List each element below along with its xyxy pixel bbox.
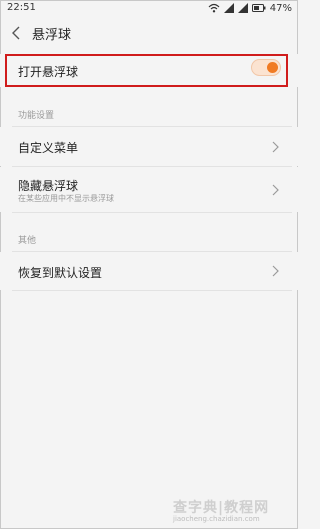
page-title: 悬浮球 [32,28,72,43]
divider [12,212,292,213]
highlight-box [5,54,288,87]
section-header-other: 其他 [18,236,37,246]
status-time: 22:51 [7,2,36,13]
section-header-function-settings: 功能设置 [18,111,55,121]
watermark-sub: jiaocheng.chazidian.com [173,515,260,523]
list-item-sublabel: 在某些应用中不显示悬浮球 [18,194,114,203]
list-item-label: 恢复到默认设置 [18,266,103,280]
header: 悬浮球 [0,17,298,49]
divider [12,290,292,291]
battery-icon [251,4,266,12]
signal-icon [237,3,248,13]
wifi-icon [208,3,220,13]
signal-icon [223,3,234,13]
status-icons: 47% [208,1,292,15]
battery-percent: 47% [269,2,292,14]
list-item-label: 隐藏悬浮球 [18,179,79,193]
list-item-custom-menu[interactable]: 自定义菜单 [0,127,298,166]
chevron-right-icon [272,141,279,153]
watermark-main: 查字典|教程网 [173,500,270,516]
list-item-hide-floating-ball[interactable]: 隐藏悬浮球 在某些应用中不显示悬浮球 [0,167,298,212]
list-item-restore-defaults[interactable]: 恢复到默认设置 [0,252,298,290]
watermark: 查字典|教程网 jiaocheng.chazidian.com [173,497,293,527]
chevron-right-icon [272,265,279,277]
chevron-right-icon [272,184,279,196]
list-item-label: 自定义菜单 [18,141,79,155]
status-bar: 22:51 47% [0,0,298,17]
chevron-left-icon[interactable] [8,24,24,42]
